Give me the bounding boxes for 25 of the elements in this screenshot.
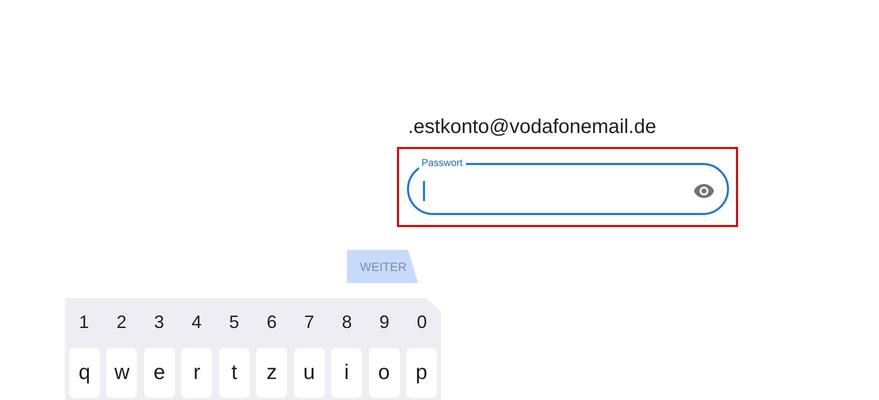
keyboard-key[interactable]: i	[331, 348, 362, 398]
keyboard-key[interactable]: u	[294, 348, 325, 398]
text-cursor	[422, 181, 424, 201]
keyboard-key[interactable]: r	[181, 348, 212, 398]
number-hint: 2	[116, 311, 128, 334]
field-label: Passwort	[420, 158, 464, 170]
keyboard-key[interactable]: e	[144, 348, 175, 398]
account-email: .estkonto@vodafonemail.de	[408, 115, 658, 140]
eye-icon[interactable]	[692, 183, 714, 199]
keyboard-key[interactable]: p	[406, 348, 437, 398]
number-hint: 9	[378, 311, 390, 334]
number-hint: 3	[153, 311, 166, 334]
keyboard-key[interactable]: t	[218, 348, 250, 398]
password-field[interactable]: Passwort	[406, 158, 728, 214]
keyboard-key[interactable]: z	[256, 348, 288, 398]
keyboard-key[interactable]: o	[368, 348, 400, 398]
number-hint: 5	[228, 311, 240, 334]
number-hint: 6	[266, 311, 278, 334]
number-hint: 4	[190, 311, 203, 334]
keyboard-key[interactable]: q	[69, 348, 100, 398]
keyboard-key[interactable]: w	[106, 348, 138, 398]
number-hint: 7	[303, 311, 316, 334]
number-hint: 1	[78, 311, 90, 334]
number-hint: 8	[340, 311, 353, 334]
number-hint: 0	[416, 311, 428, 334]
